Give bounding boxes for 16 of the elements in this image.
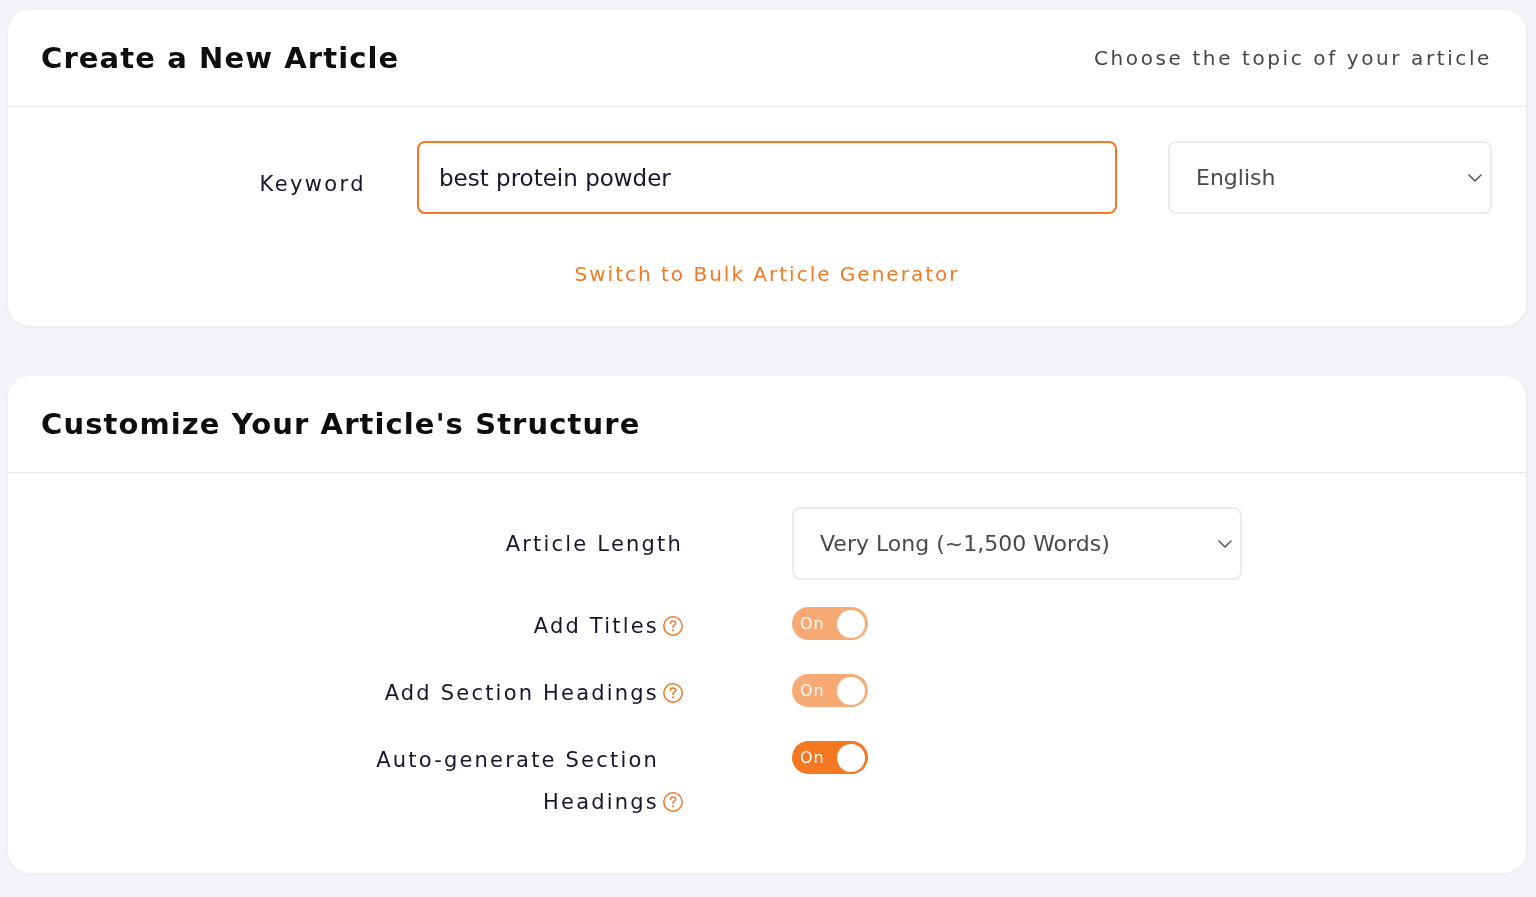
chevron-down-icon (1468, 173, 1482, 182)
option-label: Add Titles (533, 613, 659, 640)
article-length-select[interactable]: Very Long (~1,500 Words) (792, 507, 1242, 580)
card-subtitle: Choose the topic of your article (1094, 46, 1492, 70)
option-label: Auto-generate Section Headings (375, 747, 659, 816)
option-label: Article Length (505, 530, 683, 558)
help-icon[interactable] (663, 792, 683, 812)
keyword-input[interactable]: best protein powder (417, 141, 1117, 214)
keyword-label: Keyword (259, 171, 366, 196)
bulk-generator-link[interactable]: Switch to Bulk Article Generator (574, 262, 960, 286)
toggle-switch[interactable]: On (792, 741, 868, 774)
card-title: Create a New Article (41, 41, 400, 75)
language-select[interactable]: English (1168, 141, 1492, 214)
option-label: Add Section Headings (384, 680, 659, 707)
chevron-down-icon (1218, 539, 1232, 548)
card-title: Customize Your Article's Structure (41, 407, 641, 441)
